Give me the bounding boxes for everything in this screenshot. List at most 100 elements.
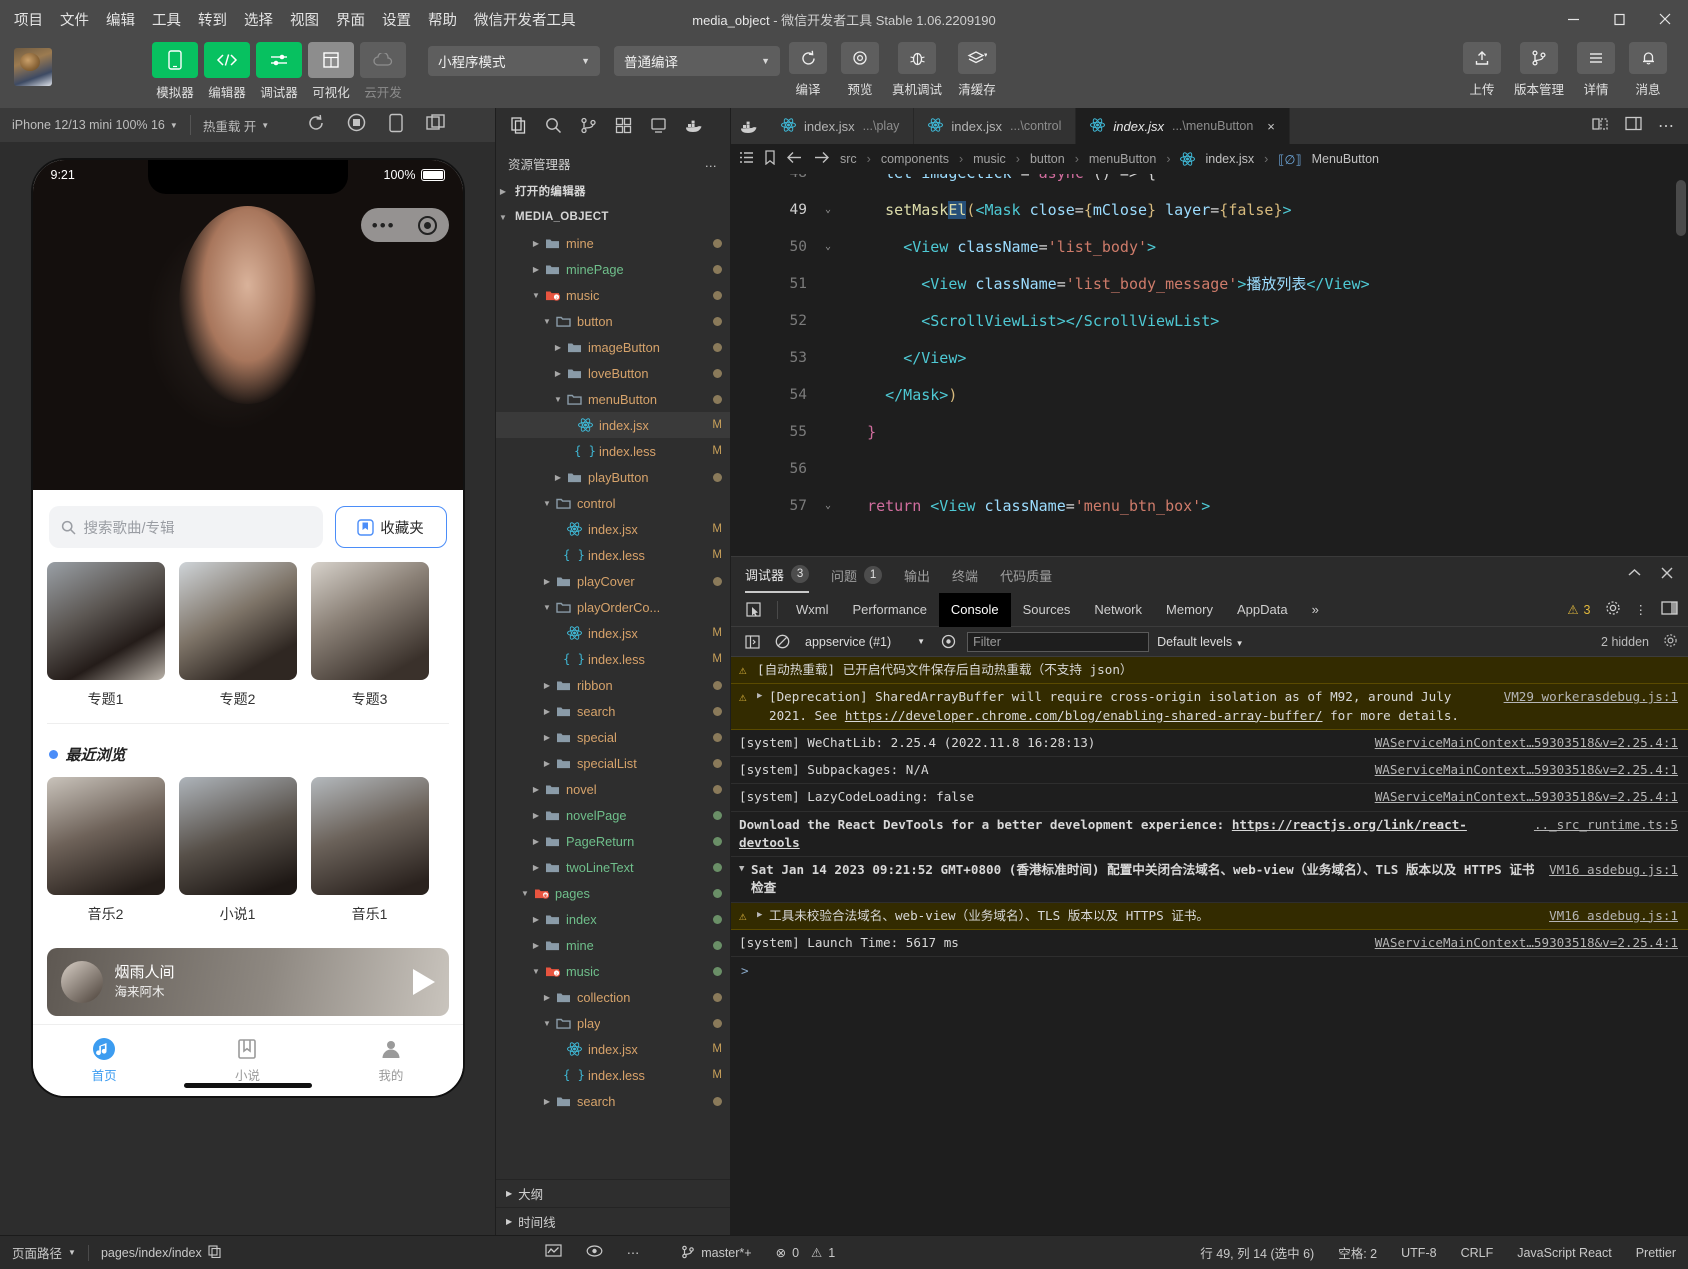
tree-item-menubutton[interactable]: ▼ menuButton	[496, 386, 730, 412]
devtools-tab-sources[interactable]: Sources	[1011, 593, 1083, 627]
outline-icon[interactable]	[739, 151, 754, 167]
tree-item-twolinetext[interactable]: ▶ twoLineText	[496, 854, 730, 880]
console-message-source[interactable]: VM16 asdebug.js:1	[1537, 907, 1678, 925]
panel-tab-code-quality[interactable]: 代码质量	[1000, 557, 1052, 593]
code-line-54[interactable]: 54 </Mask>)	[745, 376, 1688, 413]
tree-item-playorderco---[interactable]: ▼ playOrderCo...	[496, 594, 730, 620]
panel-tab-problems[interactable]: 问题 1	[831, 557, 883, 593]
console-message-source[interactable]: WAServiceMainContext…59303518&v=2.25.4:1	[1363, 788, 1678, 806]
formatter-status[interactable]: Prettier	[1624, 1236, 1688, 1269]
chevron-down-icon[interactable]: ▼	[529, 967, 543, 976]
wechat-capsule-buttons[interactable]: •••	[360, 208, 449, 242]
console-message-source[interactable]: VM16 asdebug.js:1	[1537, 861, 1678, 898]
git-branch-status[interactable]: master*+	[669, 1236, 763, 1269]
console-context-select[interactable]: appservice (#1) ▼	[801, 635, 929, 649]
breadcrumb-symbol[interactable]: MenuButton	[1312, 152, 1379, 166]
tree-item-index-jsx[interactable]: index.jsx M	[496, 412, 730, 438]
console-message[interactable]: [system] Launch Time: 5617 ms WAServiceMa…	[731, 930, 1688, 957]
docker-icon[interactable]	[731, 108, 767, 144]
breadcrumb-src[interactable]: src	[840, 152, 857, 166]
console-message-source[interactable]: VM29 workerasdebug.js:1	[1492, 688, 1678, 725]
console-link[interactable]: https://developer.chrome.com/blog/enabli…	[845, 708, 1323, 723]
more-icon[interactable]: ⋯	[1658, 116, 1674, 136]
tree-item-search[interactable]: ▶ search	[496, 1088, 730, 1114]
tree-open-editors[interactable]: ▶ 打开的编辑器	[496, 178, 730, 204]
layout-panel-icon[interactable]	[1625, 116, 1642, 136]
cursor-position[interactable]: 行 49, 列 14 (选中 6)	[1188, 1236, 1326, 1269]
menu-item-devtools[interactable]: 微信开发者工具	[474, 9, 576, 30]
devtools-tab-overflow[interactable]: »	[1300, 593, 1331, 627]
maximize-button[interactable]	[1596, 0, 1642, 38]
expand-toggle-icon[interactable]: ▶	[757, 907, 769, 925]
rotate-device-icon[interactable]	[388, 113, 404, 138]
tree-item-pagereturn[interactable]: ▶ PageReturn	[496, 828, 730, 854]
recent-card[interactable]: 音乐1	[310, 777, 429, 924]
console-message-source[interactable]: WAServiceMainContext…59303518&v=2.25.4:1	[1363, 734, 1678, 752]
chevron-down-icon[interactable]: ▼	[540, 1019, 554, 1028]
chevron-right-icon[interactable]: ▶	[529, 811, 543, 820]
console-message[interactable]: ⚠ [自动热重载] 已开启代码文件保存后自动热重载（不支持 json）	[731, 657, 1688, 685]
code-lines[interactable]: 48 let imageClick = async () => {49 ⌄ set…	[745, 174, 1688, 556]
favorites-button[interactable]: 收藏夹	[334, 506, 447, 548]
sim-eye-icon-group[interactable]	[574, 1236, 615, 1269]
close-button[interactable]	[1642, 0, 1688, 38]
panel-tab-terminal[interactable]: 终端	[952, 557, 978, 593]
tree-item-index-jsx[interactable]: index.jsx M	[496, 1036, 730, 1062]
page-path-value-group[interactable]: pages/index/index	[89, 1236, 233, 1269]
chevron-right-icon[interactable]: ▶	[529, 915, 543, 924]
outline-section[interactable]: ▶ 大纲	[496, 1179, 730, 1207]
tree-item-ribbon[interactable]: ▶ ribbon	[496, 672, 730, 698]
tree-item-search[interactable]: ▶ search	[496, 698, 730, 724]
panel-tab-output[interactable]: 输出	[904, 557, 930, 593]
code-line-52[interactable]: 52 <ScrollViewList></ScrollViewList>	[745, 302, 1688, 339]
dock-icon[interactable]	[1661, 601, 1678, 618]
expand-toggle-icon[interactable]: ▶	[757, 688, 769, 725]
device-select[interactable]: iPhone 12/13 mini 100% 16 ▼	[0, 108, 190, 142]
problems-status[interactable]: ⊗ 0 ⚠ 1	[764, 1236, 848, 1269]
chevron-right-icon[interactable]: ▶	[540, 707, 554, 716]
chevron-right-icon[interactable]: ▶	[540, 759, 554, 768]
warning-count[interactable]: ⚠ 3	[1567, 602, 1590, 618]
recent-card[interactable]: 音乐2	[46, 777, 165, 924]
tree-item-collection[interactable]: ▶ collection	[496, 984, 730, 1010]
mode-select[interactable]: 小程序模式 ▼	[428, 46, 600, 76]
minimize-button[interactable]	[1550, 0, 1596, 38]
tree-item-music[interactable]: ▼ ♪ music	[496, 958, 730, 984]
breadcrumb-menubutton[interactable]: menuButton	[1089, 152, 1156, 166]
code-line-53[interactable]: 53 </View>	[745, 339, 1688, 376]
menu-item-project[interactable]: 项目	[14, 9, 43, 30]
console-link[interactable]: https://reactjs.org/link/react-devtools	[739, 817, 1467, 850]
menu-item-help[interactable]: 帮助	[428, 9, 457, 30]
tabbar-item-mine[interactable]: 我的	[319, 1025, 462, 1096]
breadcrumb-button[interactable]: button	[1030, 152, 1065, 166]
chevron-down-icon[interactable]: ▼	[540, 603, 554, 612]
inspect-element-icon[interactable]	[737, 593, 771, 627]
encoding-setting[interactable]: UTF-8	[1389, 1236, 1448, 1269]
chevron-right-icon[interactable]: ▶	[540, 733, 554, 742]
bookmark-icon[interactable]	[764, 150, 776, 168]
forward-icon[interactable]	[813, 151, 830, 167]
console-levels-select[interactable]: Default levels ▼	[1157, 635, 1243, 649]
gear-icon[interactable]	[1605, 600, 1621, 619]
copy-icon[interactable]	[208, 1244, 221, 1261]
recent-card[interactable]: 小说1	[178, 777, 297, 924]
menu-item-tools[interactable]: 工具	[152, 9, 181, 30]
breadcrumb-music[interactable]: music	[973, 152, 1006, 166]
close-capsule-icon[interactable]	[418, 215, 438, 235]
debug-icon[interactable]	[650, 117, 667, 139]
menu-item-select[interactable]: 选择	[244, 9, 273, 30]
hot-reload-select[interactable]: 热重载 开 ▼	[191, 108, 281, 142]
tree-item-speciallist[interactable]: ▶ specialList	[496, 750, 730, 776]
preview-button[interactable]: 预览	[836, 42, 884, 98]
tree-item-mine[interactable]: ▶ mine	[496, 932, 730, 958]
perf-icon-group[interactable]	[533, 1236, 574, 1269]
toolbar-simulator-button[interactable]: 模拟器	[152, 42, 198, 101]
chevron-down-icon[interactable]: ▼	[529, 291, 543, 300]
details-button[interactable]: 详情	[1572, 42, 1620, 98]
menu-item-view[interactable]: 视图	[290, 9, 319, 30]
tree-item-imagebutton[interactable]: ▶ imageButton	[496, 334, 730, 360]
fold-toggle-icon[interactable]: ⌄	[817, 241, 839, 252]
chevron-right-icon[interactable]: ▶	[540, 993, 554, 1002]
menu-item-file[interactable]: 文件	[60, 9, 89, 30]
tree-item-music[interactable]: ▼ ♪ music	[496, 282, 730, 308]
